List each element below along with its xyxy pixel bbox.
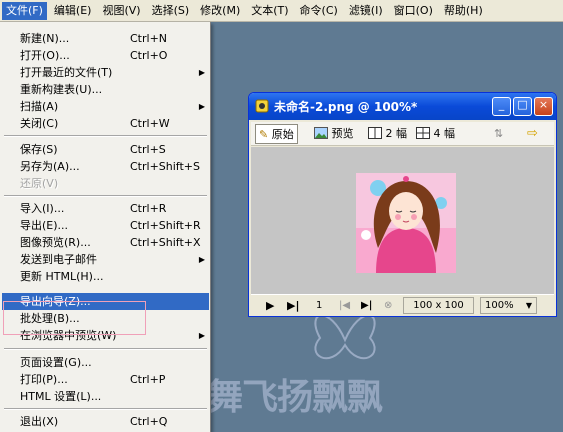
menu-filters[interactable]: 滤镜(I): [345, 2, 387, 20]
menu-item-import[interactable]: 导入(I)... Ctrl+R: [2, 200, 209, 217]
menu-item-save[interactable]: 保存(S) Ctrl+S: [2, 141, 209, 158]
chevron-down-icon: ▼: [525, 301, 532, 310]
four-up-icon: [416, 127, 430, 139]
menu-modify[interactable]: 修改(M): [196, 2, 244, 20]
highlight-annotation-box: [3, 301, 146, 335]
menu-select[interactable]: 选择(S): [148, 2, 194, 20]
play-icon[interactable]: ▶: [266, 298, 274, 314]
fireworks-document-icon: [255, 99, 269, 113]
menu-item-page-setup[interactable]: 页面设置(G)...: [2, 354, 209, 371]
document-window: 未命名-2.png @ 100%* _ □ × ✎ 原始 预览 2 幅 4 幅 …: [248, 92, 557, 317]
window-title: 未命名-2.png @ 100%*: [274, 100, 418, 114]
submenu-arrow-icon: ▶: [198, 68, 205, 77]
menu-separator: [4, 408, 207, 410]
menu-item-scan[interactable]: 扫描(A) ▶: [2, 98, 209, 115]
next-frame-icon[interactable]: ▶|: [287, 298, 299, 314]
canvas-area: [251, 147, 554, 294]
menu-item-send-email[interactable]: 发送到电子邮件 ▶: [2, 251, 209, 268]
tab-original[interactable]: ✎ 原始: [255, 124, 298, 144]
menu-item-update-html[interactable]: 更新 HTML(H)...: [2, 268, 209, 285]
last-frame-icon[interactable]: ▶|: [361, 298, 372, 314]
canvas-size-display: 100 x 100: [403, 297, 474, 314]
submenu-arrow-icon: ▶: [198, 331, 205, 340]
menu-item-open-recent[interactable]: 打开最近的文件(T) ▶: [2, 64, 209, 81]
menu-item-new[interactable]: 新建(N)... Ctrl+N: [2, 30, 209, 47]
menu-file[interactable]: 文件(F): [2, 1, 47, 20]
menu-view[interactable]: 视图(V): [98, 2, 144, 20]
menu-item-html-settings[interactable]: HTML 设置(L)...: [2, 388, 209, 405]
minimize-button[interactable]: _: [492, 97, 511, 116]
artwork-image: [356, 173, 456, 273]
frame-number: 1: [316, 300, 323, 311]
close-button[interactable]: ×: [534, 97, 553, 116]
status-bar: ▶ ▶| 1 |◀ ▶| ⊗ 100 x 100 100% ▼: [251, 294, 554, 316]
menu-item-close[interactable]: 关闭(C) Ctrl+W: [2, 115, 209, 132]
tab-preview[interactable]: 预览: [314, 124, 354, 144]
menu-item-revert: 还原(V): [20, 177, 59, 190]
first-frame-icon[interactable]: |◀: [339, 298, 350, 314]
menu-item-image-preview[interactable]: 图像预览(R)... Ctrl+Shift+X: [2, 234, 209, 251]
menu-window[interactable]: 窗口(O): [390, 2, 437, 20]
sort-arrows-icon[interactable]: ⇅: [494, 124, 503, 144]
two-up-icon: [368, 127, 382, 139]
menu-item-exit[interactable]: 退出(X) Ctrl+Q: [2, 413, 209, 430]
view-toolbar: ✎ 原始 预览 2 幅 4 幅 ⇅ ⇨: [251, 122, 554, 146]
tab-2-up[interactable]: 2 幅: [368, 124, 407, 144]
menu-item-save-as[interactable]: 另存为(A)... Ctrl+Shift+S: [2, 158, 209, 175]
menu-separator: [4, 135, 207, 137]
file-menu: 新建(N)... Ctrl+N 打开(O)... Ctrl+O 打开最近的文件(T)…: [0, 22, 211, 432]
submenu-arrow-icon: ▶: [198, 102, 205, 111]
window-titlebar[interactable]: 未命名-2.png @ 100%* _ □ ×: [249, 93, 556, 120]
pencil-icon: ✎: [259, 128, 269, 141]
maximize-button[interactable]: □: [513, 97, 532, 116]
menu-separator: [4, 348, 207, 350]
menu-commands[interactable]: 命令(C): [296, 2, 342, 20]
image-preview-icon: [314, 127, 328, 139]
tab-4-up[interactable]: 4 幅: [416, 124, 455, 144]
export-arrow-icon[interactable]: ⇨: [527, 124, 538, 144]
menubar: 文件(F) 编辑(E) 视图(V) 选择(S) 修改(M) 文本(T) 命令(C…: [0, 0, 563, 22]
menu-help[interactable]: 帮助(H): [440, 2, 487, 20]
menu-edit[interactable]: 编辑(E): [50, 2, 96, 20]
stop-icon[interactable]: ⊗: [384, 298, 392, 314]
menu-separator: [4, 195, 207, 197]
submenu-arrow-icon: ▶: [198, 255, 205, 264]
menu-text[interactable]: 文本(T): [247, 2, 292, 20]
menu-item-print[interactable]: 打印(P)... Ctrl+P: [2, 371, 209, 388]
menu-item-rebuild-table[interactable]: 重新构建表(U)...: [2, 81, 209, 98]
menu-item-export[interactable]: 导出(E)... Ctrl+Shift+R: [2, 217, 209, 234]
menu-item-open[interactable]: 打开(O)... Ctrl+O: [2, 47, 209, 64]
zoom-select[interactable]: 100% ▼: [480, 297, 537, 314]
